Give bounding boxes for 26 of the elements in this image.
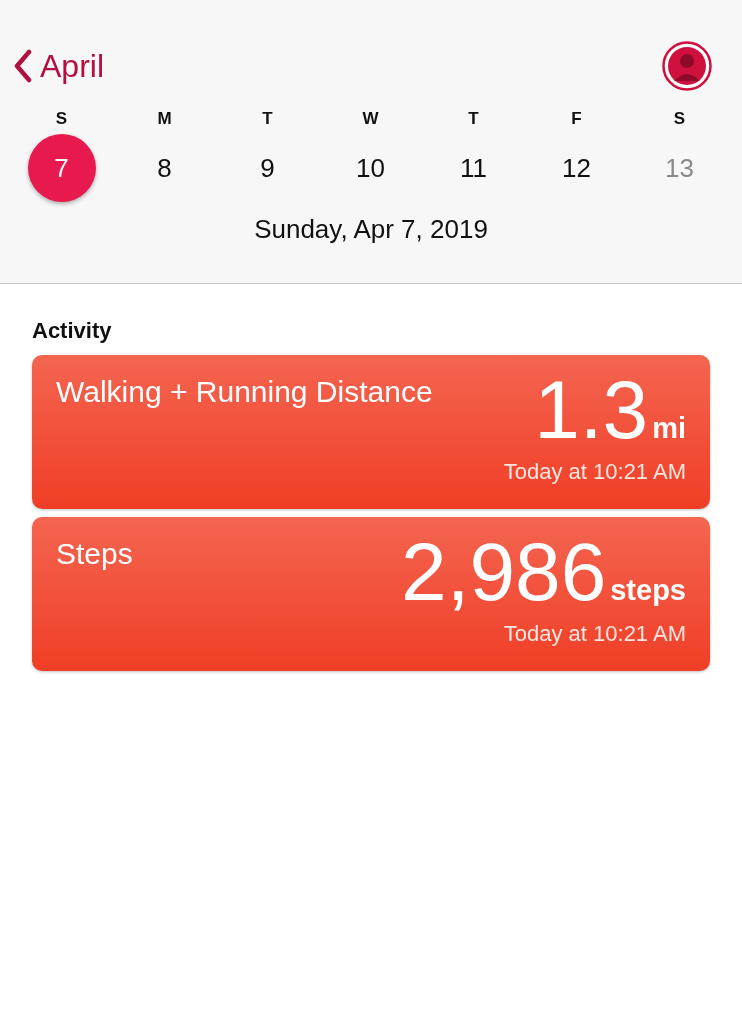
selected-day[interactable]: 7 xyxy=(27,134,96,202)
day-button[interactable]: 9 xyxy=(233,134,302,202)
weekday-label: F xyxy=(571,109,582,128)
day-button[interactable]: 11 xyxy=(439,134,508,202)
profile-avatar-icon[interactable] xyxy=(662,41,712,91)
weekday-label: W xyxy=(362,109,379,128)
card-title: Steps xyxy=(56,536,133,572)
weekday-label: S xyxy=(55,109,68,128)
metric-unit: steps xyxy=(610,573,686,608)
day-button[interactable]: 12 xyxy=(542,134,611,202)
weekday-label: S xyxy=(673,109,686,128)
chevron-left-icon xyxy=(14,49,32,83)
timestamp: Today at 10:21 AM xyxy=(503,621,686,646)
back-link[interactable]: April xyxy=(14,42,104,90)
date-title: Sunday, Apr 7, 2019 xyxy=(254,214,488,244)
timestamp: Today at 10:21 AM xyxy=(503,459,686,484)
weekday-label: T xyxy=(262,109,273,128)
metric-value: 1.3 xyxy=(534,369,649,451)
metric-unit: mi xyxy=(652,411,686,446)
card-title: Walking + Running Distance xyxy=(56,374,433,410)
day-button[interactable]: 10 xyxy=(336,134,405,202)
weekday-label: T xyxy=(468,109,479,128)
weekday-label: M xyxy=(157,109,172,128)
day-button[interactable]: 8 xyxy=(130,134,199,202)
section-title: Activity xyxy=(32,318,112,343)
metric-value: 2,986 xyxy=(401,531,607,613)
